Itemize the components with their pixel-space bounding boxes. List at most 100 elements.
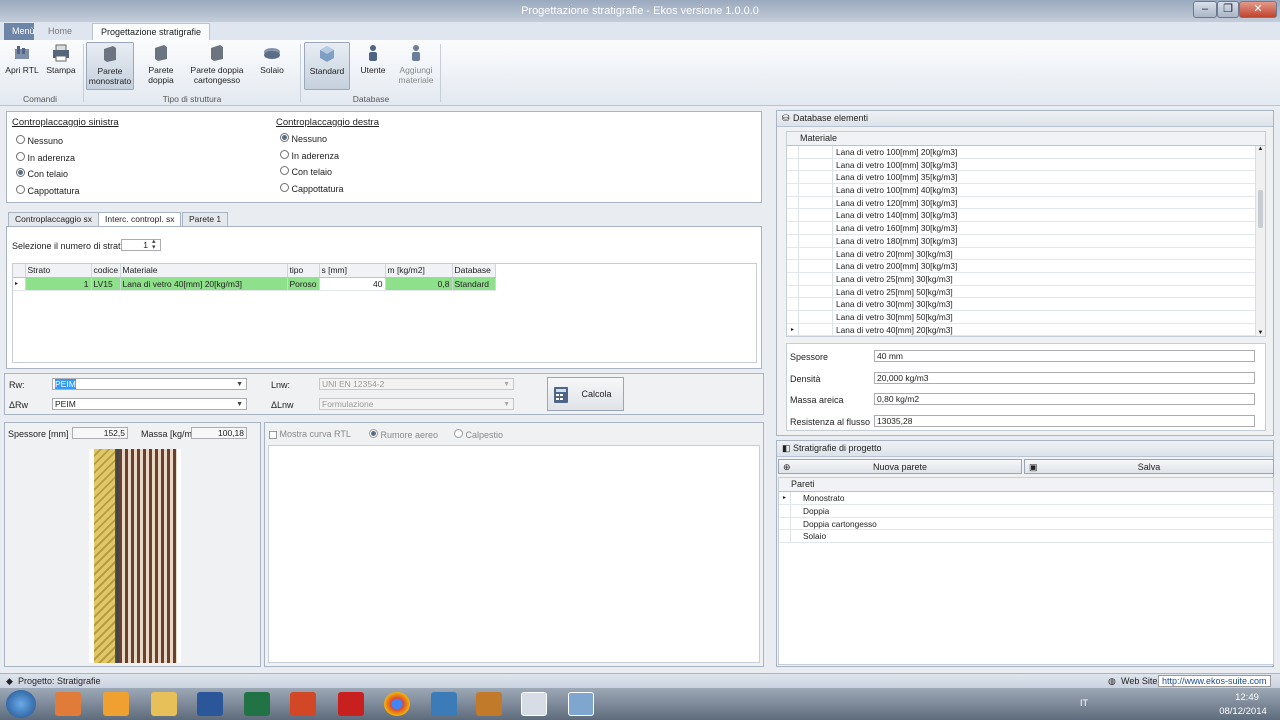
start-button-icon[interactable] xyxy=(6,690,36,718)
row-selector-header xyxy=(13,264,26,278)
list-item[interactable]: Lana di vetro 20[mm] 30[kg/m3] xyxy=(787,247,1265,261)
remote-access-icon[interactable] xyxy=(431,692,457,716)
maximize-button[interactable]: ❐ xyxy=(1217,1,1239,18)
list-item[interactable]: Lana di vetro 25[mm] 50[kg/m3] xyxy=(787,285,1265,299)
rumore-aereo-radio[interactable]: Rumore aereo xyxy=(369,429,438,440)
radio-sx-nessuno[interactable]: Nessuno xyxy=(16,135,63,146)
utente-db-button[interactable]: Utente xyxy=(354,42,392,90)
file-explorer-icon[interactable] xyxy=(151,692,177,716)
radio-sx-telaio[interactable]: Con telaio xyxy=(16,168,68,179)
radio-dx-telaio[interactable]: Con telaio xyxy=(280,166,332,177)
col-massa[interactable]: m [kg/m2] xyxy=(385,264,453,278)
list-item[interactable]: Lana di vetro 30[mm] 50[kg/m3] xyxy=(787,310,1265,324)
list-item[interactable]: Lana di vetro 120[mm] 30[kg/m3] xyxy=(787,196,1265,210)
list-item[interactable]: Lana di vetro 30[mm] 30[kg/m3] xyxy=(787,298,1265,311)
aggiungi-materiale-button[interactable]: Aggiungi materiale xyxy=(394,42,438,90)
cell-codice[interactable]: LV15 xyxy=(91,277,121,291)
col-codice[interactable]: codice xyxy=(91,264,121,278)
close-button[interactable]: ✕ xyxy=(1239,1,1277,18)
ekos-cube-icon[interactable] xyxy=(568,692,594,716)
radio-dx-aderenza[interactable]: In aderenza xyxy=(280,150,339,161)
list-item[interactable]: ▸ Lana di vetro 40[mm] 20[kg/m3] xyxy=(787,323,1265,337)
calpestio-radio[interactable]: Calpestio xyxy=(454,429,503,440)
list-item[interactable]: ▸ Monostrato xyxy=(779,492,1273,505)
cell-tipo[interactable]: Poroso xyxy=(287,277,320,291)
col-database[interactable]: Database xyxy=(452,264,496,278)
list-item[interactable]: Lana di vetro 180[mm] 30[kg/m3] xyxy=(787,234,1265,248)
tab-controplaccaggio-sx[interactable]: Controplaccaggio sx xyxy=(8,212,100,226)
salva-button[interactable]: ▣ Salva xyxy=(1024,459,1274,474)
clock-time[interactable]: 12:49 xyxy=(1224,692,1270,703)
chrome-icon[interactable] xyxy=(384,692,410,716)
scroll-up-icon[interactable]: ▲ xyxy=(1256,146,1265,152)
prop-resistenza-value: 13035,28 xyxy=(874,415,1255,427)
stampa-button[interactable]: Stampa xyxy=(43,42,79,90)
list-item[interactable]: Doppia cartongesso xyxy=(779,517,1273,531)
radio-dx-cappottatura[interactable]: Cappottatura xyxy=(280,183,344,194)
cell-database[interactable]: Standard xyxy=(452,277,496,291)
cell-massa[interactable]: 0,8 xyxy=(385,277,453,291)
tab-interc-contropl-sx[interactable]: Interc. contropl. sx xyxy=(98,212,182,227)
lnw-select[interactable]: UNI EN 12354-2 ▼ xyxy=(319,378,514,390)
clock-date[interactable]: 08/12/2014 xyxy=(1210,706,1276,717)
radio-sx-aderenza[interactable]: In aderenza xyxy=(16,152,75,163)
materials-scrollbar[interactable]: ▲ ▼ xyxy=(1255,146,1265,336)
table-row[interactable]: ▸ 1 LV15 Lana di vetro 40[mm] 20[kg/m3] … xyxy=(13,277,496,291)
radio-dx-nessuno[interactable]: Nessuno xyxy=(280,133,327,144)
col-strato[interactable]: Strato xyxy=(25,264,92,278)
taskbar: IT 12:49 08/12/2014 xyxy=(0,688,1280,720)
stepper-arrows-icon[interactable]: ▴ ▾ xyxy=(152,238,156,251)
col-materiale-header[interactable]: Materiale xyxy=(787,132,1265,146)
parete-doppia-button[interactable]: Parete doppia xyxy=(138,42,184,90)
list-item[interactable]: Solaio xyxy=(779,530,1273,544)
calcola-button[interactable]: Calcola xyxy=(547,377,624,411)
list-item[interactable]: Lana di vetro 160[mm] 30[kg/m3] xyxy=(787,222,1265,235)
list-item[interactable]: Doppia xyxy=(779,504,1273,518)
powerpoint-icon[interactable] xyxy=(290,692,316,716)
tab-progettazione[interactable]: Progettazione stratigrafie xyxy=(92,23,211,40)
app-menu-button[interactable]: Menù xyxy=(4,23,35,40)
language-indicator[interactable]: IT xyxy=(1080,698,1088,708)
outlook-icon[interactable] xyxy=(103,692,129,716)
list-item[interactable]: Lana di vetro 100[mm] 40[kg/m3] xyxy=(787,184,1265,197)
rw-select[interactable]: PEIM ▼ xyxy=(52,378,247,390)
games-icon[interactable] xyxy=(476,692,502,716)
apri-rtl-button[interactable]: Apri RTL xyxy=(2,42,42,90)
acrobat-icon[interactable] xyxy=(338,692,364,716)
solaio-button[interactable]: Solaio xyxy=(252,42,292,90)
parete-monostrato-button[interactable]: Parete monostrato xyxy=(86,42,134,90)
scroll-thumb[interactable] xyxy=(1258,190,1263,228)
standard-db-button[interactable]: Standard xyxy=(304,42,350,90)
row-selector xyxy=(787,222,799,234)
word-icon[interactable] xyxy=(197,692,223,716)
parete-doppia-cartongesso-button[interactable]: Parete doppia cartongesso xyxy=(186,42,248,90)
excel-icon[interactable] xyxy=(244,692,270,716)
list-item[interactable]: Lana di vetro 200[mm] 30[kg/m3] xyxy=(787,260,1265,273)
scroll-down-icon[interactable]: ▼ xyxy=(1256,330,1265,336)
col-tipo[interactable]: tipo xyxy=(287,264,320,278)
drw-select[interactable]: PEIM ▼ xyxy=(52,398,247,410)
minimize-button[interactable]: – xyxy=(1193,1,1217,18)
material-name: Lana di vetro 100[mm] 35[kg/m3] xyxy=(836,172,958,183)
list-item[interactable]: Lana di vetro 100[mm] 35[kg/m3] xyxy=(787,171,1265,185)
col-materiale[interactable]: Materiale xyxy=(120,264,288,278)
tab-home[interactable]: Home xyxy=(40,23,80,40)
radio-sx-cappottatura[interactable]: Cappottatura xyxy=(16,185,80,196)
cell-materiale[interactable]: Lana di vetro 40[mm] 20[kg/m3] xyxy=(120,277,288,291)
mostra-curva-checkbox[interactable]: Mostra curva RTL xyxy=(269,429,351,439)
col-pareti-header[interactable]: Pareti xyxy=(779,478,1273,492)
nuova-parete-button[interactable]: ⊕ Nuova parete xyxy=(778,459,1022,474)
list-item[interactable]: Lana di vetro 25[mm] 30[kg/m3] xyxy=(787,272,1265,286)
cell-spessore[interactable]: 40 xyxy=(319,277,386,291)
tree-indent xyxy=(799,171,833,184)
dlnw-select[interactable]: Formulazione ▼ xyxy=(319,398,514,410)
list-item[interactable]: Lana di vetro 140[mm] 30[kg/m3] xyxy=(787,209,1265,223)
cell-strato[interactable]: 1 xyxy=(25,277,92,291)
col-spessore[interactable]: s [mm] xyxy=(319,264,386,278)
ekos-window-icon[interactable] xyxy=(521,692,547,716)
list-item[interactable]: Lana di vetro 100[mm] 30[kg/m3] xyxy=(787,158,1265,172)
web-site-link[interactable]: http://www.ekos-suite.com xyxy=(1158,675,1271,687)
media-player-icon[interactable] xyxy=(55,692,81,716)
list-item[interactable]: Lana di vetro 100[mm] 20[kg/m3] xyxy=(787,146,1265,159)
tab-parete-1[interactable]: Parete 1 xyxy=(182,212,229,226)
